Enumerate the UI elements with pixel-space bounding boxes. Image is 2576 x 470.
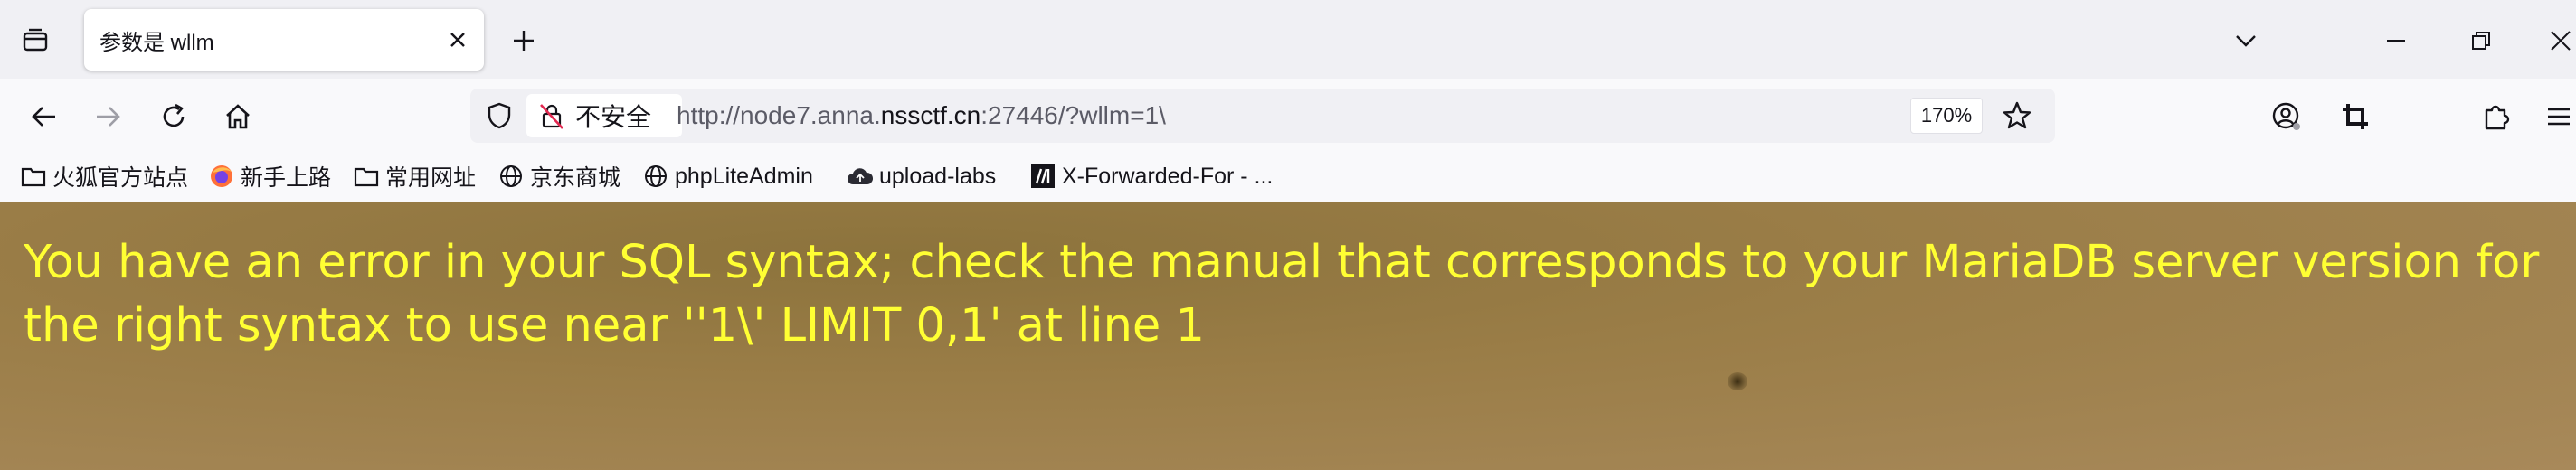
bookmark-jd-mall[interactable]: 京东商城 (497, 158, 620, 194)
bookmark-label: 火狐官方站点 (52, 165, 189, 191)
minimize-icon[interactable] (2377, 22, 2415, 60)
firefox-icon (208, 163, 235, 190)
account-icon[interactable] (2267, 97, 2306, 136)
forward-icon[interactable] (89, 97, 128, 136)
page-content: You have an error in your SQL syntax; ch… (0, 202, 2576, 470)
bookmark-label: 常用网址 (385, 165, 477, 191)
bookmark-star-icon[interactable] (1999, 98, 2035, 134)
bookmark-x-forwarded-for[interactable]: X-Forwarded-For - ... (1029, 158, 1273, 194)
insecure-label: 不安全 (575, 103, 652, 131)
bookmark-phpliteadmin[interactable]: phpLiteAdmin (642, 158, 813, 194)
tab-strip: 参数是 wllm (0, 0, 2576, 79)
url-text[interactable]: http://node7.anna.nssctf.cn:27446/?wllm=… (677, 101, 1166, 130)
url-host: nssctf.cn (880, 101, 981, 129)
close-tab-icon[interactable] (444, 26, 471, 53)
bookmark-label: upload-labs (879, 163, 997, 189)
bookmark-label: phpLiteAdmin (675, 163, 813, 189)
sql-error-message: You have an error in your SQL syntax; ch… (24, 236, 2540, 352)
reload-icon[interactable] (154, 97, 194, 136)
bookmark-label: X-Forwarded-For - ... (1062, 163, 1274, 189)
zoom-level-button[interactable]: 170% (1910, 98, 1983, 134)
tab-title: 参数是 wllm (99, 30, 214, 55)
url-suffix: :27446/?wllm=1\ (980, 101, 1166, 129)
insecure-lock-icon (540, 104, 564, 129)
extensions-puzzle-icon[interactable] (2477, 97, 2516, 136)
bookmark-label: 新手上路 (241, 165, 332, 191)
bookmark-folder-firefox-official[interactable]: 火狐官方站点 (20, 158, 188, 194)
crop-screenshot-icon[interactable] (2335, 97, 2375, 136)
restore-icon[interactable] (2462, 22, 2500, 60)
back-icon[interactable] (24, 97, 63, 136)
address-bar[interactable]: 不安全 http://node7.anna.nssctf.cn:27446/?w… (470, 89, 2055, 143)
bookmark-upload-labs[interactable]: upload-labs (847, 158, 996, 194)
globe-icon (642, 163, 669, 190)
new-tab-icon[interactable] (505, 22, 543, 60)
folder-icon (20, 163, 47, 190)
bookmark-getting-started[interactable]: 新手上路 (208, 158, 331, 194)
tracking-protection-shield-icon[interactable] (483, 99, 516, 132)
chevron-down-icon[interactable] (2227, 22, 2265, 60)
bookmark-label: 京东商城 (530, 165, 621, 191)
menu-hamburger-icon[interactable] (2538, 97, 2576, 136)
bookmarks-toolbar: 火狐官方站点 新手上路 常用网址 京东商城 phpLiteAdmin uploa… (0, 153, 2576, 202)
mdn-icon (1029, 163, 1056, 190)
tab-list-icon[interactable] (16, 22, 54, 60)
home-icon[interactable] (218, 97, 258, 136)
folder-icon (353, 163, 380, 190)
globe-icon (497, 163, 525, 190)
connection-security-indicator[interactable]: 不安全 (526, 94, 682, 137)
navigation-toolbar: 不安全 http://node7.anna.nssctf.cn:27446/?w… (0, 79, 2576, 153)
close-window-icon[interactable] (2542, 22, 2576, 60)
background-speck (1728, 372, 1747, 390)
active-tab[interactable]: 参数是 wllm (84, 9, 484, 70)
bookmark-folder-common-sites[interactable]: 常用网址 (353, 158, 476, 194)
url-prefix: http://node7.anna. (677, 101, 881, 129)
cloud-icon (847, 163, 874, 190)
